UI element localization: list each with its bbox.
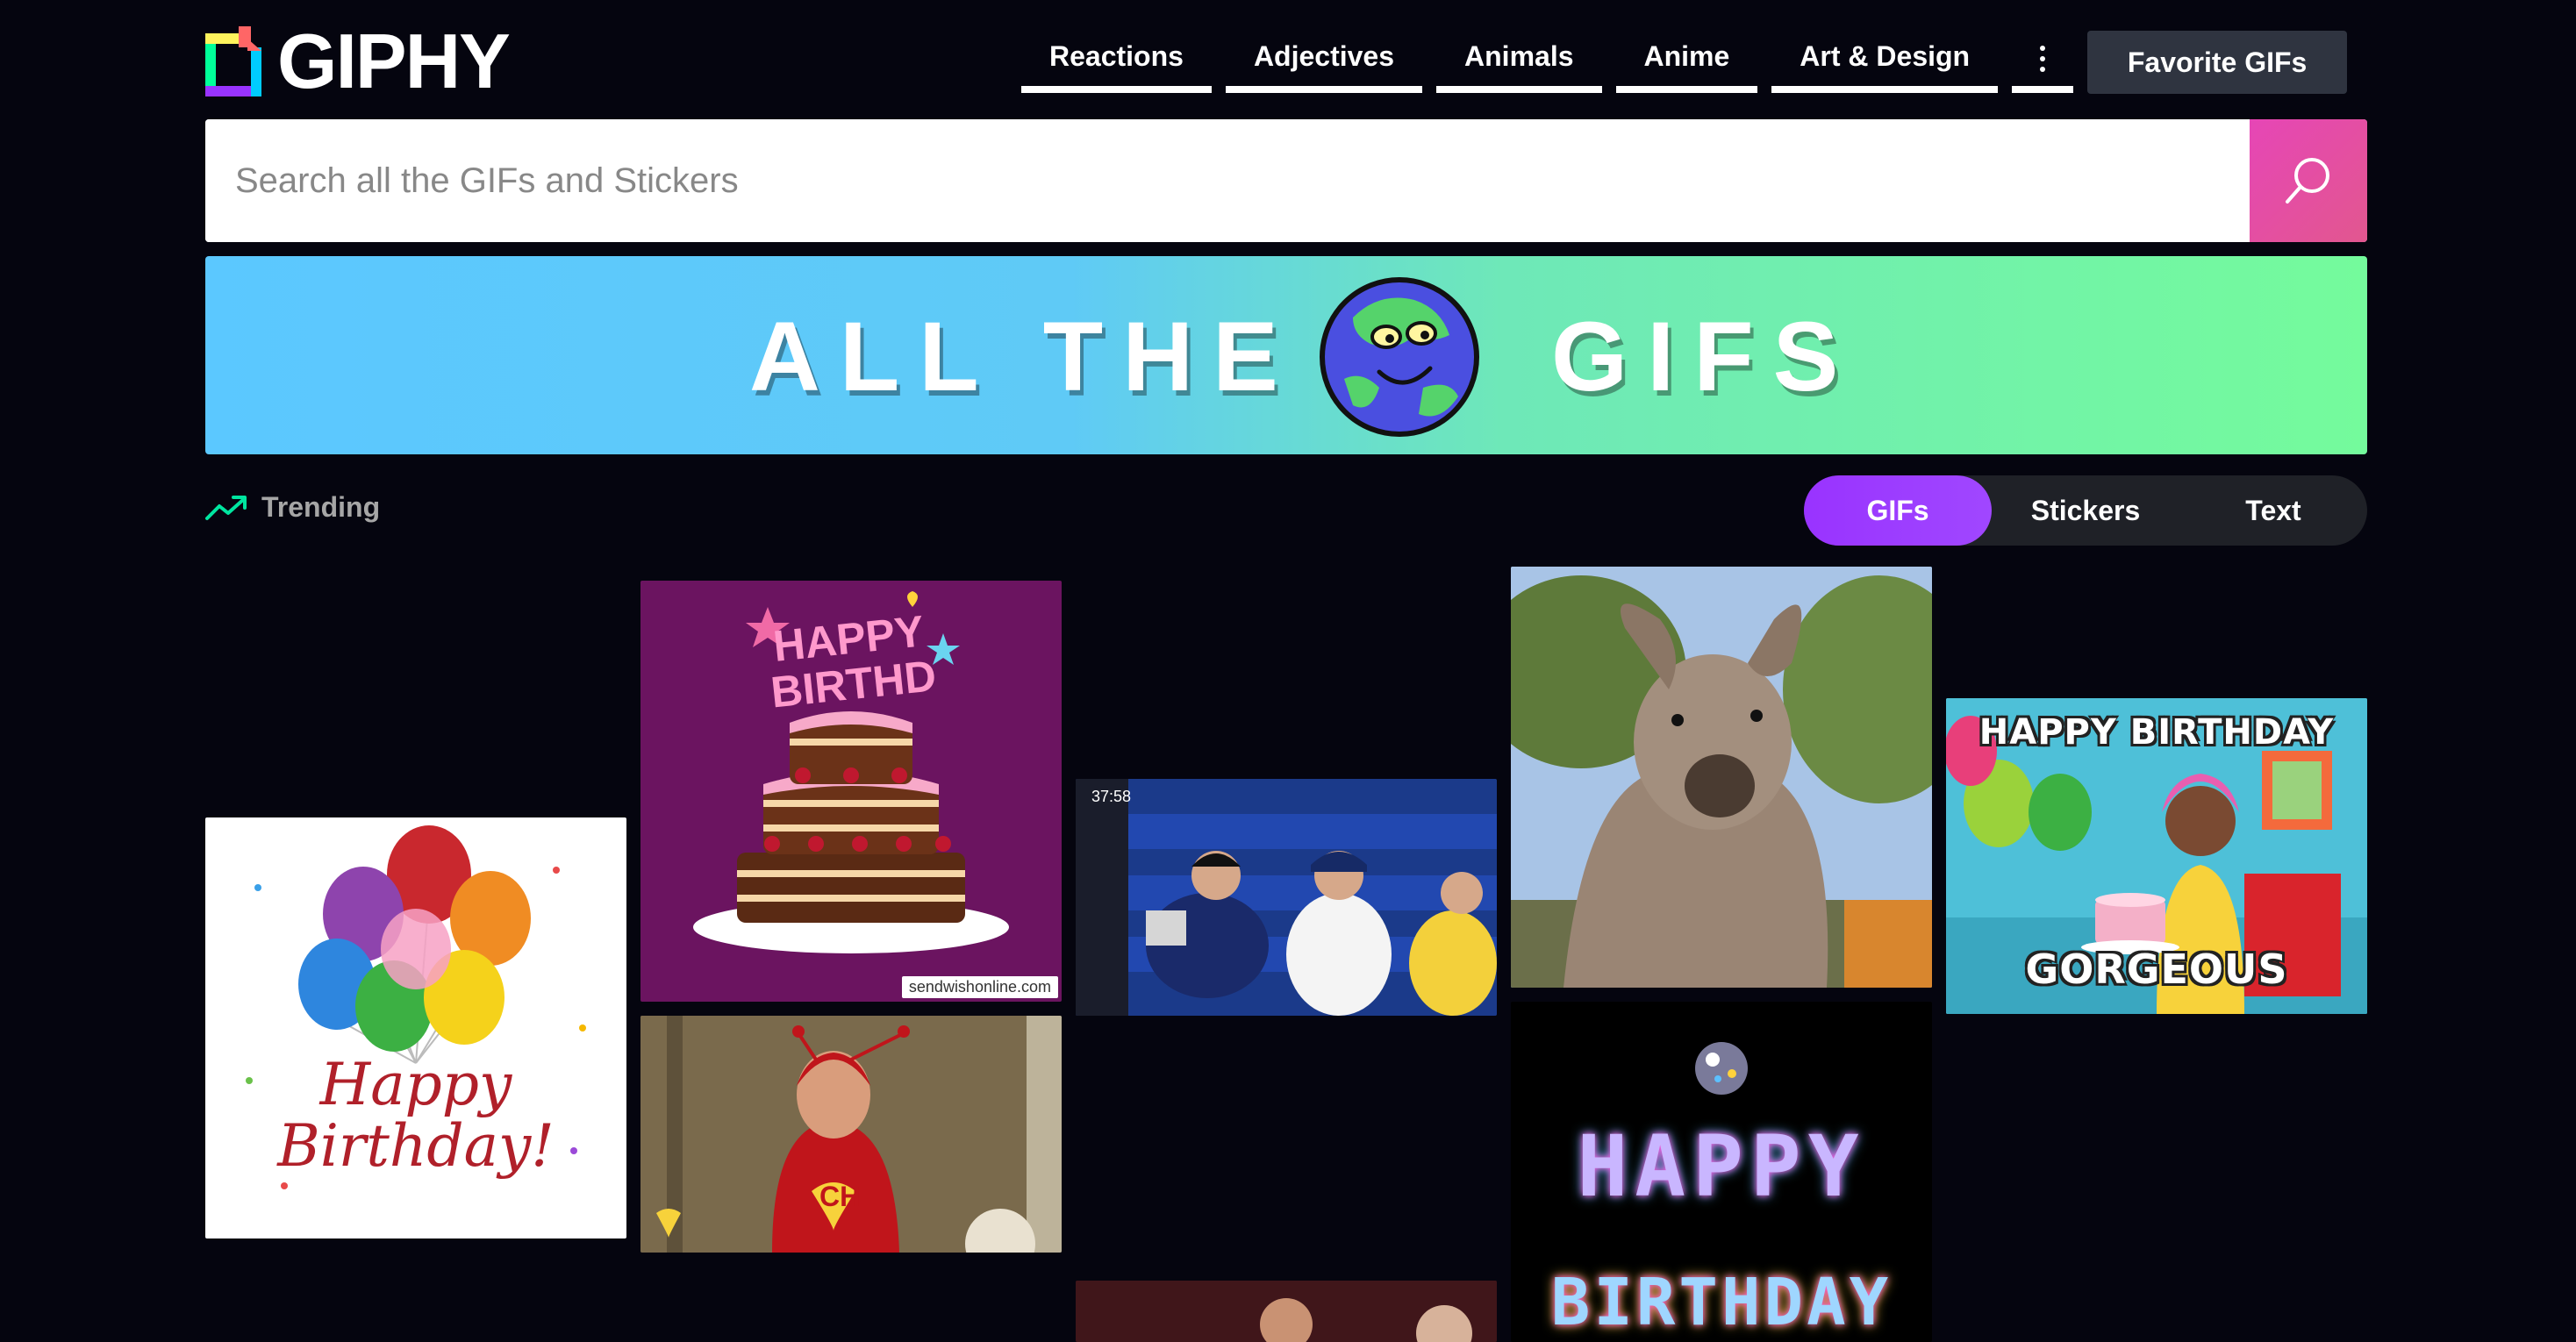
trending-label: Trending bbox=[261, 491, 381, 523]
giphy-logo-icon bbox=[205, 26, 261, 96]
search-bar bbox=[205, 119, 2367, 242]
main-nav: Reactions Adjectives Animals Anime Art &… bbox=[1021, 28, 2348, 94]
trending-heading: Trending bbox=[205, 491, 380, 524]
search-icon bbox=[2286, 158, 2329, 203]
trending-icon bbox=[205, 495, 247, 520]
nav-art-design[interactable]: Art & Design bbox=[1771, 28, 1999, 93]
giphy-logo[interactable]: GIPHY bbox=[205, 18, 511, 104]
sparkle-line-2: BIRTHDAY bbox=[1550, 1265, 1893, 1340]
tab-gifs[interactable]: GIFs bbox=[1804, 475, 1992, 546]
balloons-caption: Happy Birthday! bbox=[277, 1051, 555, 1180]
gif-stadium-fans[interactable]: 37:58 bbox=[1076, 779, 1497, 1016]
gif-happy-birthday-balloons[interactable]: Happy Birthday! bbox=[205, 817, 626, 1238]
banner-right-text: GIFS bbox=[1551, 302, 1858, 411]
cake-watermark: sendwishonline.com bbox=[901, 976, 1058, 998]
gorgeous-bottom-caption: GORGEOUS bbox=[2025, 946, 2288, 993]
globe-mascot-icon bbox=[1320, 277, 1479, 437]
nav-anime[interactable]: Anime bbox=[1615, 28, 1758, 93]
banner-left-text: ALL THE bbox=[749, 302, 1298, 411]
gif-kangaroo[interactable] bbox=[1511, 567, 1932, 988]
search-input[interactable] bbox=[205, 119, 2250, 242]
nav-adjectives[interactable]: Adjectives bbox=[1225, 28, 1423, 93]
nav-reactions[interactable]: Reactions bbox=[1021, 28, 1212, 93]
kangaroo-image bbox=[1511, 567, 1932, 988]
tab-stickers[interactable]: Stickers bbox=[1992, 475, 2179, 546]
gorgeous-top-caption: HAPPY BIRTHDAY bbox=[1979, 712, 2335, 753]
gif-chapulin-colorado[interactable]: CH bbox=[640, 1016, 1062, 1253]
stadium-image bbox=[1076, 779, 1497, 1016]
gif-birthday-cake[interactable]: HAPPY BIRTHD sendwishonline.com bbox=[640, 581, 1062, 1002]
stadium-timer: 37:58 bbox=[1091, 788, 1132, 805]
gif-happy-birthday-gorgeous[interactable]: HAPPY BIRTHDAY GORGEOUS bbox=[1946, 698, 2367, 1014]
search-button[interactable] bbox=[2250, 119, 2367, 242]
sparkle-line-1: HAPPY bbox=[1577, 1117, 1866, 1216]
chapulin-badge-text: CH bbox=[819, 1181, 861, 1212]
favorite-gifs-button[interactable]: Favorite GIFs bbox=[2087, 31, 2348, 94]
tab-text[interactable]: Text bbox=[2179, 475, 2367, 546]
content-type-tabs: GIFs Stickers Text bbox=[1804, 475, 2367, 546]
basketball-image bbox=[1076, 1281, 1497, 1342]
chapulin-image bbox=[640, 1016, 1062, 1253]
more-menu-icon[interactable] bbox=[2012, 28, 2074, 93]
nav-animals[interactable]: Animals bbox=[1436, 28, 1602, 93]
gif-sparkle-happy-birthday[interactable]: HAPPY BIRTHDAY bbox=[1511, 1002, 1932, 1342]
all-the-gifs-banner[interactable]: ALL THE GIFS bbox=[205, 256, 2367, 454]
logo-text: GIPHY bbox=[277, 18, 511, 104]
gif-basketball-partial[interactable] bbox=[1076, 1281, 1497, 1342]
